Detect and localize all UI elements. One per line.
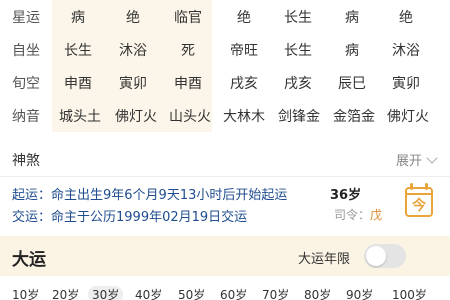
- age-selector: 10岁 20岁 30岁 40岁 50岁 60岁 70岁 80岁 90岁 100岁: [0, 286, 450, 300]
- age-tab[interactable]: 20岁: [52, 286, 79, 300]
- bazi-table: 星运 病 绝 临官 绝 长生 病 绝 自坐 长生 沐浴 死 帝旺 长生 病 沐浴…: [0, 0, 450, 132]
- table-cell: 戌亥: [284, 75, 312, 92]
- table-cell: 寅卯: [119, 75, 147, 92]
- table-cell: 死: [181, 42, 195, 59]
- table-cell: 山头火: [169, 108, 211, 125]
- table-row: 自坐 长生 沐浴 死 帝旺 长生 病 沐浴: [0, 33, 450, 66]
- jiaoyun-text: 交运：命主于公历1999年02月19日交运: [12, 210, 248, 225]
- table-cell: 病: [71, 9, 85, 26]
- table-cell: 申酉: [64, 75, 92, 92]
- shensha-row: 神煞 展开: [0, 144, 450, 174]
- age-tab[interactable]: 70岁: [262, 286, 289, 300]
- row-label: 星运: [12, 9, 40, 26]
- table-cell: 辰巳: [338, 75, 366, 92]
- table-row: 旬空 申酉 寅卯 申酉 戌亥 戌亥 辰巳 寅卯: [0, 66, 450, 99]
- table-cell: 病: [345, 42, 359, 59]
- chevron-down-icon: [426, 151, 438, 164]
- table-cell: 沐浴: [392, 42, 420, 59]
- qiyun-text: 起运：命主出生9年6个月9天13小时后开始起运: [12, 188, 288, 203]
- age-tab[interactable]: 80岁: [304, 286, 331, 300]
- siling-info: 司令：戊: [334, 206, 382, 223]
- table-cell: 帝旺: [230, 42, 258, 59]
- age-tab[interactable]: 50岁: [178, 286, 205, 300]
- table-cell: 长生: [64, 42, 92, 59]
- table-cell: 佛灯火: [115, 108, 157, 125]
- row-label: 纳音: [12, 108, 40, 125]
- age-tab[interactable]: 100岁: [392, 286, 427, 300]
- calendar-icon-char: 今: [412, 198, 426, 214]
- age-tab[interactable]: 90岁: [346, 286, 373, 300]
- table-cell: 申酉: [174, 75, 202, 92]
- shensha-label: 神煞: [12, 153, 40, 169]
- table-cell: 长生: [284, 42, 312, 59]
- table-cell: 大林木: [223, 108, 265, 125]
- age-tab[interactable]: 60岁: [220, 286, 247, 300]
- table-cell: 沐浴: [119, 42, 147, 59]
- table-cell: 金箔金: [333, 108, 375, 125]
- age-tab-active[interactable]: 30岁: [88, 286, 124, 300]
- calendar-icon[interactable]: 今: [405, 183, 433, 217]
- age-tab[interactable]: 40岁: [135, 286, 162, 300]
- siling-value: 戊: [370, 208, 383, 222]
- row-label: 自坐: [12, 42, 40, 59]
- table-cell: 城头土: [59, 108, 101, 125]
- table-cell: 寅卯: [392, 75, 420, 92]
- table-cell: 绝: [399, 9, 413, 26]
- age-tab[interactable]: 10岁: [12, 286, 39, 300]
- expand-button[interactable]: 展开: [395, 150, 438, 169]
- table-cell: 佛灯火: [387, 108, 429, 125]
- table-cell: 病: [345, 9, 359, 26]
- table-cell: 剑锋金: [278, 108, 320, 125]
- qiyun-age: 36岁: [330, 188, 362, 203]
- table-cell: 戌亥: [230, 75, 258, 92]
- divider: [0, 176, 450, 177]
- table-cell: 临官: [174, 9, 202, 26]
- row-label: 旬空: [12, 75, 40, 92]
- dayun-limit-toggle[interactable]: [364, 244, 406, 268]
- toggle-knob: [366, 246, 386, 266]
- table-cell: 长生: [284, 9, 312, 26]
- table-cell: 绝: [126, 9, 140, 26]
- table-cell: 绝: [237, 9, 251, 26]
- table-row: 纳音 城头土 佛灯火 山头火 大林木 剑锋金 金箔金 佛灯火: [0, 99, 450, 132]
- dayun-header: 大运 大运年限: [0, 236, 450, 276]
- table-row: 星运 病 绝 临官 绝 长生 病 绝: [0, 0, 450, 33]
- qiyun-info: 起运：命主出生9年6个月9天13小时后开始起运 36岁: [12, 184, 361, 203]
- dayun-limit-label: 大运年限: [298, 252, 351, 267]
- siling-label: 司令：: [334, 208, 371, 222]
- dayun-title: 大运: [12, 250, 46, 270]
- expand-label: 展开: [395, 154, 422, 169]
